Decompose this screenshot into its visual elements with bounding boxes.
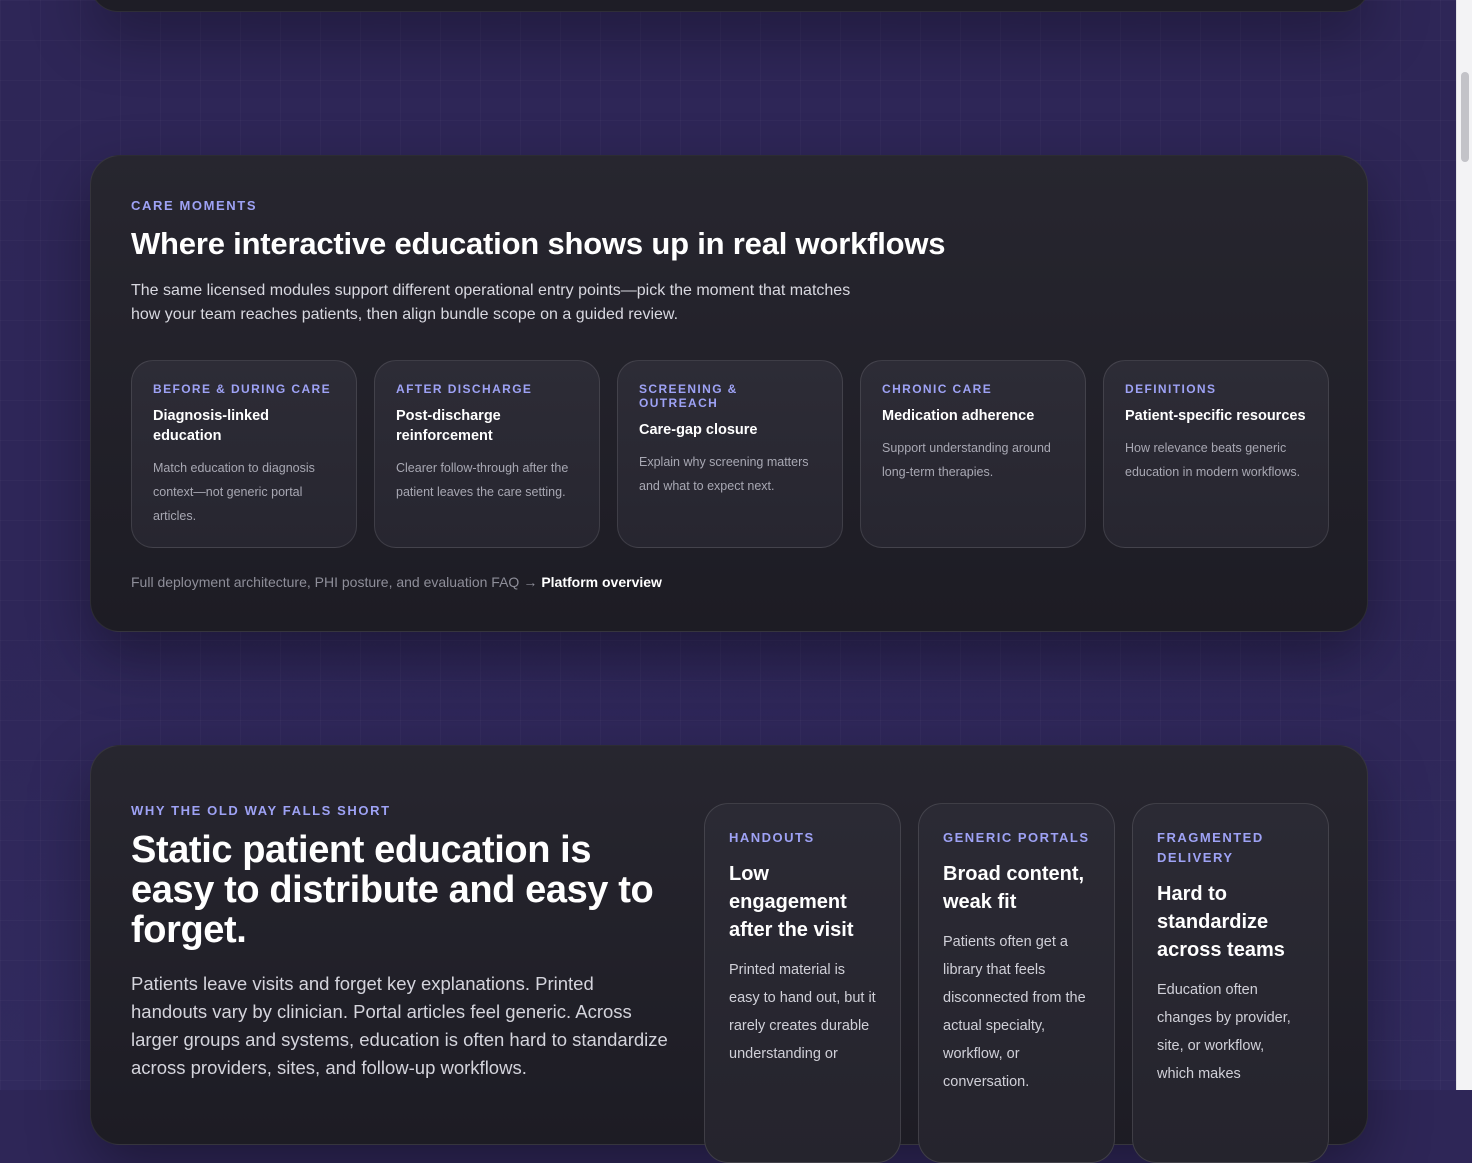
- card-body: Explain why screening matters and what t…: [639, 455, 809, 493]
- care-moment-cards: BEFORE & DURING CARE Diagnosis-linked ed…: [131, 360, 1329, 548]
- problem-card[interactable]: FRAGMENTED DELIVERY Hard to standardize …: [1132, 803, 1329, 1163]
- card-title: Post-discharge reinforcement: [396, 408, 501, 444]
- card-eyebrow: FRAGMENTED DELIVERY: [1157, 830, 1264, 865]
- card-title: Medication adherence: [882, 408, 1035, 424]
- vertical-scrollbar[interactable]: [1456, 0, 1472, 1090]
- section-description: The same licensed modules support differ…: [131, 282, 851, 324]
- card-body: Education often changes by provider, sit…: [1157, 982, 1291, 1082]
- card-title: Diagnosis-linked education: [153, 408, 270, 444]
- care-moment-card[interactable]: AFTER DISCHARGE Post-discharge reinforce…: [374, 360, 600, 548]
- section-footer: Full deployment architecture, PHI postur…: [131, 574, 662, 590]
- card-eyebrow: AFTER DISCHARGE: [396, 382, 533, 396]
- care-moment-card[interactable]: BEFORE & DURING CARE Diagnosis-linked ed…: [131, 360, 357, 548]
- card-eyebrow: BEFORE & DURING CARE: [153, 382, 332, 396]
- old-way-intro: WHY THE OLD WAY FALLS SHORT Static patie…: [131, 803, 671, 1082]
- old-way-section: WHY THE OLD WAY FALLS SHORT Static patie…: [90, 745, 1368, 1163]
- card-title: Care-gap closure: [639, 422, 758, 438]
- care-moment-card[interactable]: DEFINITIONS Patient-specific resources H…: [1103, 360, 1329, 548]
- platform-overview-link[interactable]: Platform overview: [541, 574, 662, 590]
- care-moments-section: CARE MOMENTS Where interactive education…: [90, 155, 1368, 632]
- card-body: Clearer follow-through after the patient…: [396, 461, 569, 499]
- card-title: Broad content, weak fit: [943, 863, 1085, 913]
- care-moment-card[interactable]: CHRONIC CARE Medication adherence Suppor…: [860, 360, 1086, 548]
- section-description: Patients leave visits and forget key exp…: [131, 973, 668, 1078]
- scrollbar-thumb[interactable]: [1461, 72, 1469, 162]
- card-eyebrow: GENERIC PORTALS: [943, 830, 1090, 845]
- section-eyebrow: CARE MOMENTS: [131, 198, 258, 213]
- arrow-right-icon: →: [523, 574, 538, 590]
- card-title: Low engagement after the visit: [729, 863, 854, 941]
- card-eyebrow: DEFINITIONS: [1125, 382, 1217, 396]
- card-eyebrow: HANDOUTS: [729, 830, 815, 845]
- card-body: Patients often get a library that feels …: [943, 934, 1086, 1090]
- problem-card[interactable]: HANDOUTS Low engagement after the visit …: [704, 803, 901, 1163]
- card-title: Patient-specific resources: [1125, 408, 1306, 424]
- section-title: Static patient education is easy to dist…: [131, 829, 654, 951]
- footer-text: Full deployment architecture, PHI postur…: [131, 574, 520, 590]
- card-body: Match education to diagnosis context—not…: [153, 461, 315, 523]
- care-moment-card[interactable]: SCREENING & OUTREACH Care-gap closure Ex…: [617, 360, 843, 548]
- card-title: Hard to standardize across teams: [1157, 883, 1285, 961]
- card-body: How relevance beats generic education in…: [1125, 441, 1301, 479]
- card-body: Support understanding around long-term t…: [882, 441, 1051, 479]
- card-eyebrow: CHRONIC CARE: [882, 382, 993, 396]
- section-title: Where interactive education shows up in …: [131, 226, 946, 261]
- problem-cards: HANDOUTS Low engagement after the visit …: [704, 803, 1329, 1163]
- previous-section-card: [90, 0, 1370, 12]
- card-body: Printed material is easy to hand out, bu…: [729, 962, 876, 1062]
- card-eyebrow: SCREENING & OUTREACH: [639, 382, 738, 410]
- section-eyebrow: WHY THE OLD WAY FALLS SHORT: [131, 803, 391, 818]
- problem-card[interactable]: GENERIC PORTALS Broad content, weak fit …: [918, 803, 1115, 1163]
